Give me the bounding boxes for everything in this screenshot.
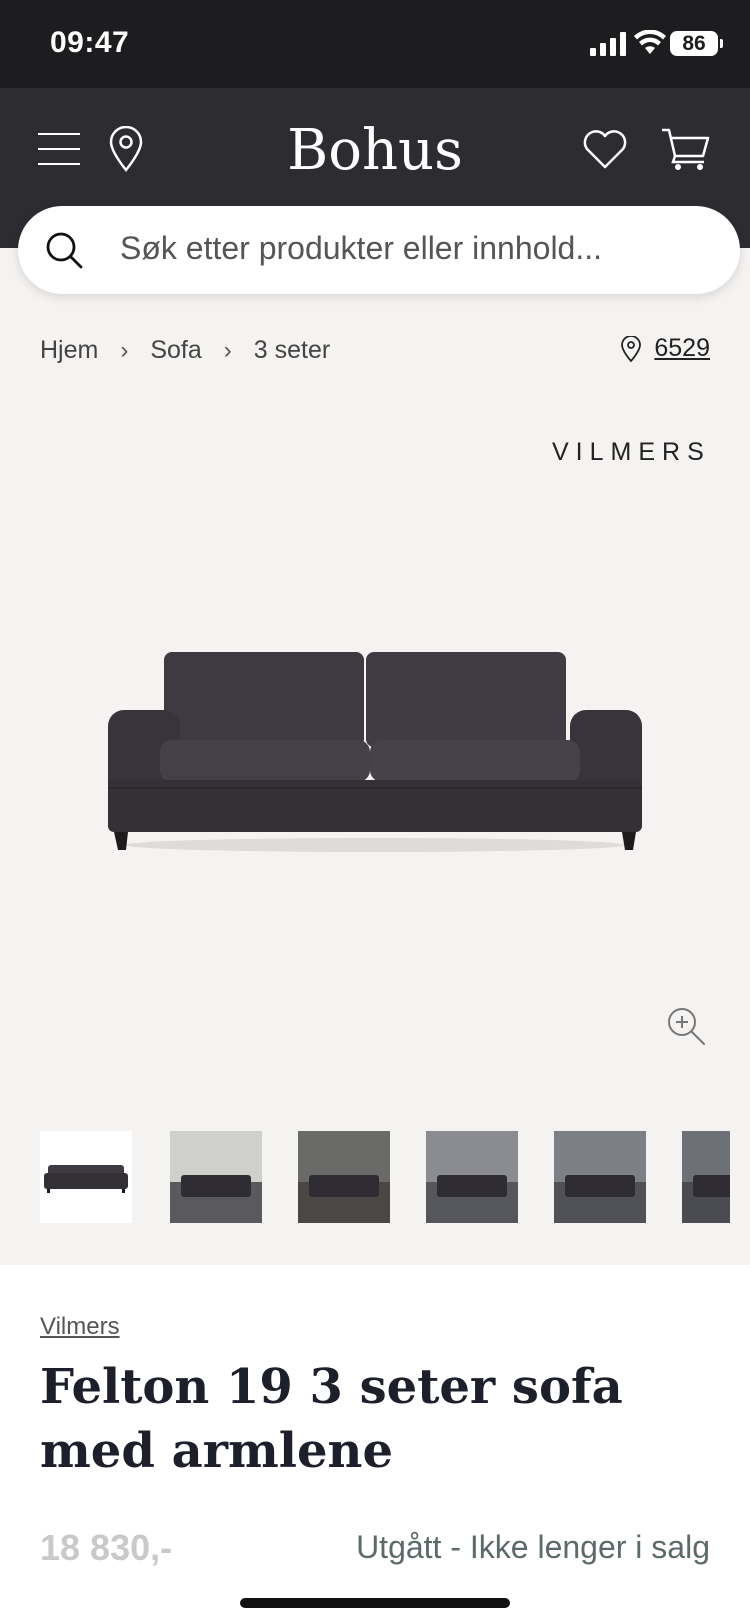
brand-link[interactable]: Vilmers <box>40 1313 120 1341</box>
chevron-right-icon: › <box>223 336 232 364</box>
search-input[interactable]: Søk etter produkter eller innhold... <box>120 230 602 267</box>
status-bar: 09:47 86 <box>0 0 750 88</box>
availability-status: Utgått - Ikke lenger i salg <box>356 1529 710 1565</box>
battery-icon: 86 <box>670 31 718 56</box>
thumbnail-5[interactable] <box>554 1131 646 1223</box>
product-title: Felton 19 3 seter sofa med armlene <box>40 1359 623 1479</box>
location-pin-icon <box>621 335 642 362</box>
brand-mark: VILMERS <box>552 438 711 466</box>
bohus-logo[interactable]: Bohus <box>0 118 750 183</box>
product-price: 18 830,- <box>40 1527 173 1568</box>
thumbnail-3[interactable] <box>298 1131 390 1223</box>
wifi-icon <box>634 30 666 54</box>
heart-icon[interactable] <box>582 128 628 170</box>
product-image-sofa[interactable] <box>100 640 650 860</box>
shopping-cart-icon[interactable] <box>660 126 710 172</box>
search-icon <box>46 232 83 269</box>
thumbnail-strip <box>40 1131 730 1223</box>
search-bar[interactable]: Søk etter produkter eller innhold... <box>18 206 740 294</box>
home-indicator <box>240 1598 510 1608</box>
breadcrumb: Hjem › Sofa › 3 seter <box>40 336 330 365</box>
battery-level: 86 <box>682 32 706 55</box>
breadcrumb-sofa[interactable]: Sofa <box>150 336 201 365</box>
breadcrumb-home[interactable]: Hjem <box>40 336 98 365</box>
status-time: 09:47 <box>50 26 130 59</box>
thumbnail-sofa-image <box>44 1165 128 1193</box>
breadcrumb-3-seter[interactable]: 3 seter <box>254 336 330 365</box>
product-info: Vilmers Felton 19 3 seter sofa med armle… <box>0 1265 750 1624</box>
battery-tip <box>720 39 723 48</box>
chevron-right-icon: › <box>120 336 129 364</box>
thumbnail-4[interactable] <box>426 1131 518 1223</box>
thumbnail-1[interactable] <box>40 1131 132 1223</box>
cellular-signal-icon <box>590 32 626 56</box>
store-number[interactable]: 6529 <box>654 334 710 363</box>
thumbnail-6[interactable] <box>682 1131 730 1223</box>
selected-store[interactable]: 6529 <box>620 334 710 363</box>
thumbnail-2[interactable] <box>170 1131 262 1223</box>
zoom-in-icon[interactable] <box>666 1006 706 1046</box>
